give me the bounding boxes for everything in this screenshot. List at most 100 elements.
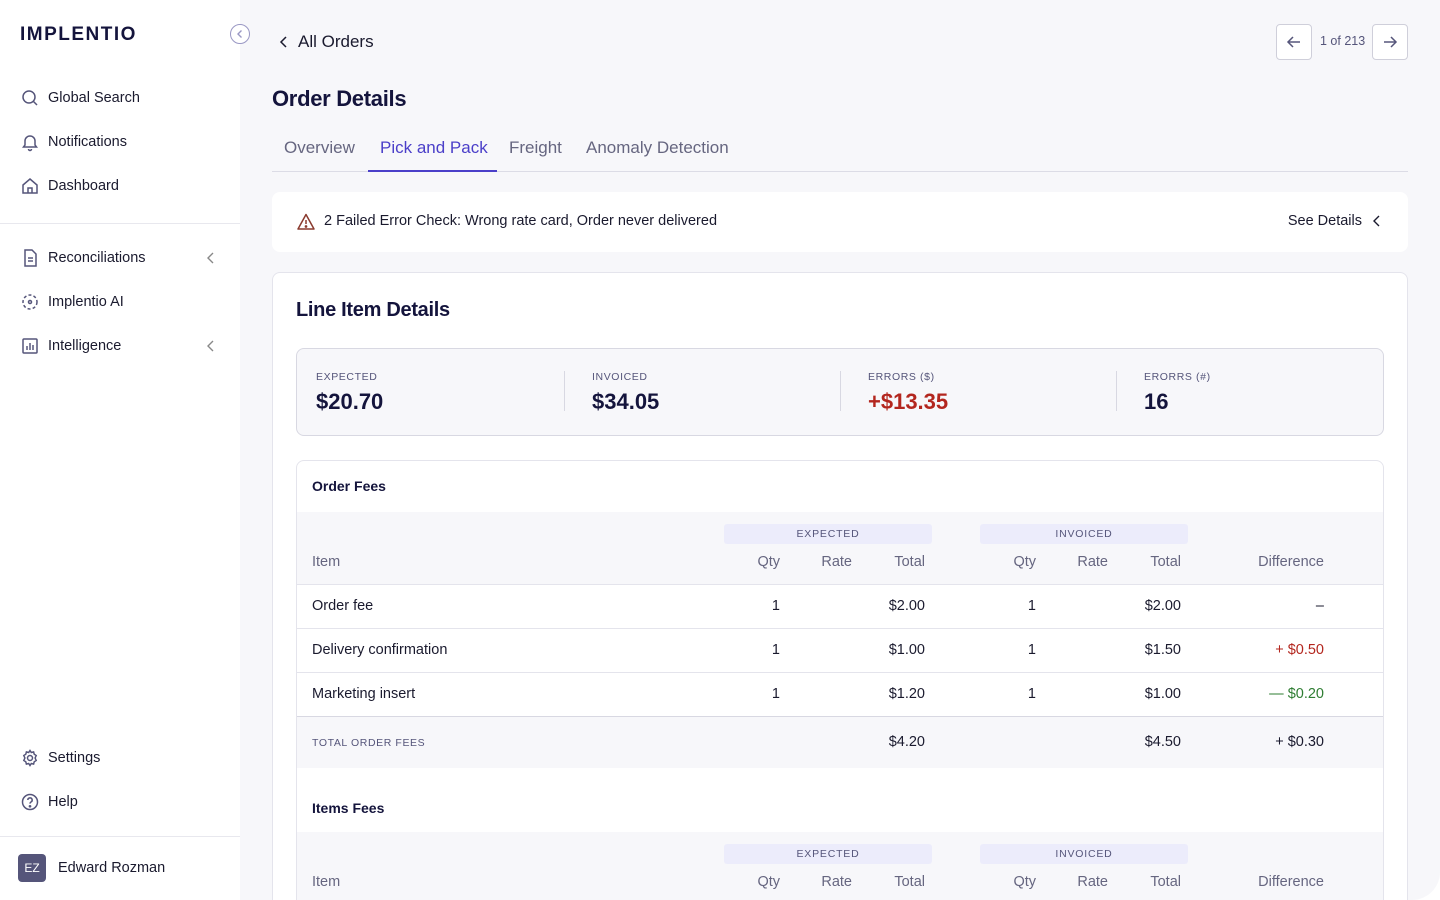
- arrow-left-icon: [1286, 36, 1300, 48]
- search-icon: [22, 90, 38, 106]
- sidebar-collapse-button[interactable]: [230, 24, 250, 44]
- arrow-right-icon: [1384, 36, 1398, 48]
- table-row: Marketing insert 1 $1.20 1 $1.00 — $0.20: [297, 672, 1383, 716]
- sidebar-item-label: Dashboard: [48, 178, 119, 194]
- stat-invoiced: INVOICED $34.05: [592, 371, 659, 415]
- chevron-left-icon: [1373, 215, 1380, 227]
- stat-label: EXPECTED: [316, 371, 378, 383]
- total-label: TOTAL ORDER FEES: [312, 737, 426, 749]
- stat-divider: [564, 371, 565, 411]
- item-name: Delivery confirmation: [312, 642, 448, 658]
- column-header-invoiced-rate: Rate: [1077, 874, 1108, 890]
- column-header-item: Item: [312, 874, 341, 890]
- invoiced-qty: 1: [1027, 686, 1036, 702]
- item-name: Order fee: [312, 598, 374, 614]
- sidebar-divider: [0, 223, 240, 224]
- line-item-details-card: Line Item Details EXPECTED $20.70 INVOIC…: [272, 272, 1408, 900]
- sidebar-item-settings[interactable]: Settings: [20, 746, 220, 770]
- stat-label: INVOICED: [592, 371, 648, 383]
- total-expected: $4.20: [888, 734, 925, 750]
- invoiced-total: $1.50: [1144, 642, 1181, 658]
- sidebar-item-dashboard[interactable]: Dashboard: [20, 174, 220, 198]
- invoiced-group-header: INVOICED: [980, 844, 1188, 864]
- stat-divider: [840, 371, 841, 411]
- column-header-invoiced-total: Total: [1150, 554, 1181, 570]
- stat-errors-amount: ERRORS ($) +$13.35: [868, 371, 948, 415]
- table-header: EXPECTED INVOICED Item Qty Rate Total Qt…: [297, 512, 1383, 584]
- column-header-expected-rate: Rate: [821, 554, 852, 570]
- home-icon: [22, 178, 38, 194]
- items-fees-title: Items Fees: [312, 800, 385, 816]
- tab-freight[interactable]: Freight: [509, 138, 562, 158]
- summary-stats: EXPECTED $20.70 INVOICED $34.05 ERRORS (…: [296, 348, 1384, 436]
- fees-table: Order Fees EXPECTED INVOICED Item Qty Ra…: [296, 460, 1384, 900]
- expected-qty: 1: [771, 598, 780, 614]
- column-header-expected-qty: Qty: [757, 554, 780, 570]
- stat-expected: EXPECTED $20.70: [316, 371, 383, 415]
- sidebar-item-label: Reconciliations: [48, 250, 146, 266]
- sidebar-item-label: Intelligence: [48, 338, 122, 354]
- column-header-difference: Difference: [1258, 874, 1324, 890]
- document-icon: [24, 249, 37, 267]
- invoiced-group-header: INVOICED: [980, 524, 1188, 544]
- expected-qty: 1: [771, 642, 780, 658]
- bell-icon: [22, 135, 38, 152]
- order-fees-title: Order Fees: [312, 478, 386, 494]
- invoiced-total: $2.00: [1144, 598, 1181, 614]
- chart-icon: [22, 338, 38, 354]
- alert-message: 2 Failed Error Check: Wrong rate card, O…: [324, 213, 718, 229]
- app-logo: IMPLENTIO: [20, 24, 137, 45]
- total-invoiced: $4.50: [1144, 734, 1181, 750]
- warning-icon: [297, 213, 315, 230]
- difference: + $0.50: [1275, 642, 1324, 658]
- sidebar-item-reconciliations[interactable]: Reconciliations: [20, 246, 220, 270]
- sidebar-item-label: Help: [48, 794, 78, 810]
- active-tab-indicator: [368, 170, 497, 172]
- table-row: Delivery confirmation 1 $1.00 1 $1.50 + …: [297, 628, 1383, 672]
- sidebar-item-label: Notifications: [48, 134, 127, 150]
- ai-icon: [22, 294, 38, 310]
- back-to-all-orders-link[interactable]: All Orders: [276, 32, 374, 52]
- expected-qty: 1: [771, 686, 780, 702]
- user-profile[interactable]: EZ Edward Rozman: [18, 854, 165, 882]
- tab-pick-and-pack[interactable]: Pick and Pack: [380, 138, 488, 158]
- stat-errors-count: ERORRS (#) 16: [1144, 371, 1211, 415]
- next-order-button[interactable]: [1372, 24, 1408, 60]
- column-header-invoiced-qty: Qty: [1013, 554, 1036, 570]
- see-details-link[interactable]: See Details: [1288, 213, 1384, 229]
- item-name: Marketing insert: [312, 686, 416, 702]
- avatar: EZ: [18, 854, 46, 882]
- chevron-left-icon: [207, 340, 214, 352]
- sidebar-item-label: Settings: [48, 750, 101, 766]
- expected-group-header: EXPECTED: [724, 844, 932, 864]
- sidebar: IMPLENTIO Global Search Notifications Da…: [0, 0, 240, 900]
- tab-overview[interactable]: Overview: [284, 138, 355, 158]
- see-details-label: See Details: [1287, 213, 1362, 229]
- sidebar-item-intelligence[interactable]: Intelligence: [20, 334, 220, 358]
- invoiced-qty: 1: [1027, 598, 1036, 614]
- column-header-invoiced-total: Total: [1150, 874, 1181, 890]
- total-order-fees-row: TOTAL ORDER FEES $4.20 $4.50 + $0.30: [297, 716, 1383, 768]
- column-header-invoiced-rate: Rate: [1077, 554, 1108, 570]
- stat-value: $34.05: [592, 389, 660, 414]
- main-content: All Orders 1 of 213 Order Details Overvi…: [240, 0, 1440, 900]
- sidebar-item-global-search[interactable]: Global Search: [20, 86, 220, 110]
- invoiced-qty: 1: [1027, 642, 1036, 658]
- sidebar-item-implentio-ai[interactable]: Implentio AI: [20, 290, 220, 314]
- chevron-left-icon: [237, 30, 242, 38]
- table-header: EXPECTED INVOICED Item Qty Rate Total Qt…: [297, 832, 1383, 900]
- tab-anomaly-detection[interactable]: Anomaly Detection: [586, 138, 729, 158]
- column-header-expected-qty: Qty: [757, 874, 780, 890]
- stat-value: 16: [1144, 389, 1169, 414]
- user-name: Edward Rozman: [58, 860, 166, 876]
- sidebar-item-notifications[interactable]: Notifications: [20, 130, 220, 154]
- column-header-expected-total: Total: [894, 874, 925, 890]
- section-title: Line Item Details: [296, 299, 450, 321]
- difference: — $0.20: [1269, 686, 1324, 702]
- sidebar-item-help[interactable]: Help: [20, 790, 220, 814]
- tab-bar: Overview Pick and Pack Freight Anomaly D…: [272, 128, 1408, 172]
- gear-icon: [22, 749, 38, 767]
- previous-order-button[interactable]: [1276, 24, 1312, 60]
- column-header-invoiced-qty: Qty: [1013, 874, 1036, 890]
- help-icon: [21, 793, 39, 811]
